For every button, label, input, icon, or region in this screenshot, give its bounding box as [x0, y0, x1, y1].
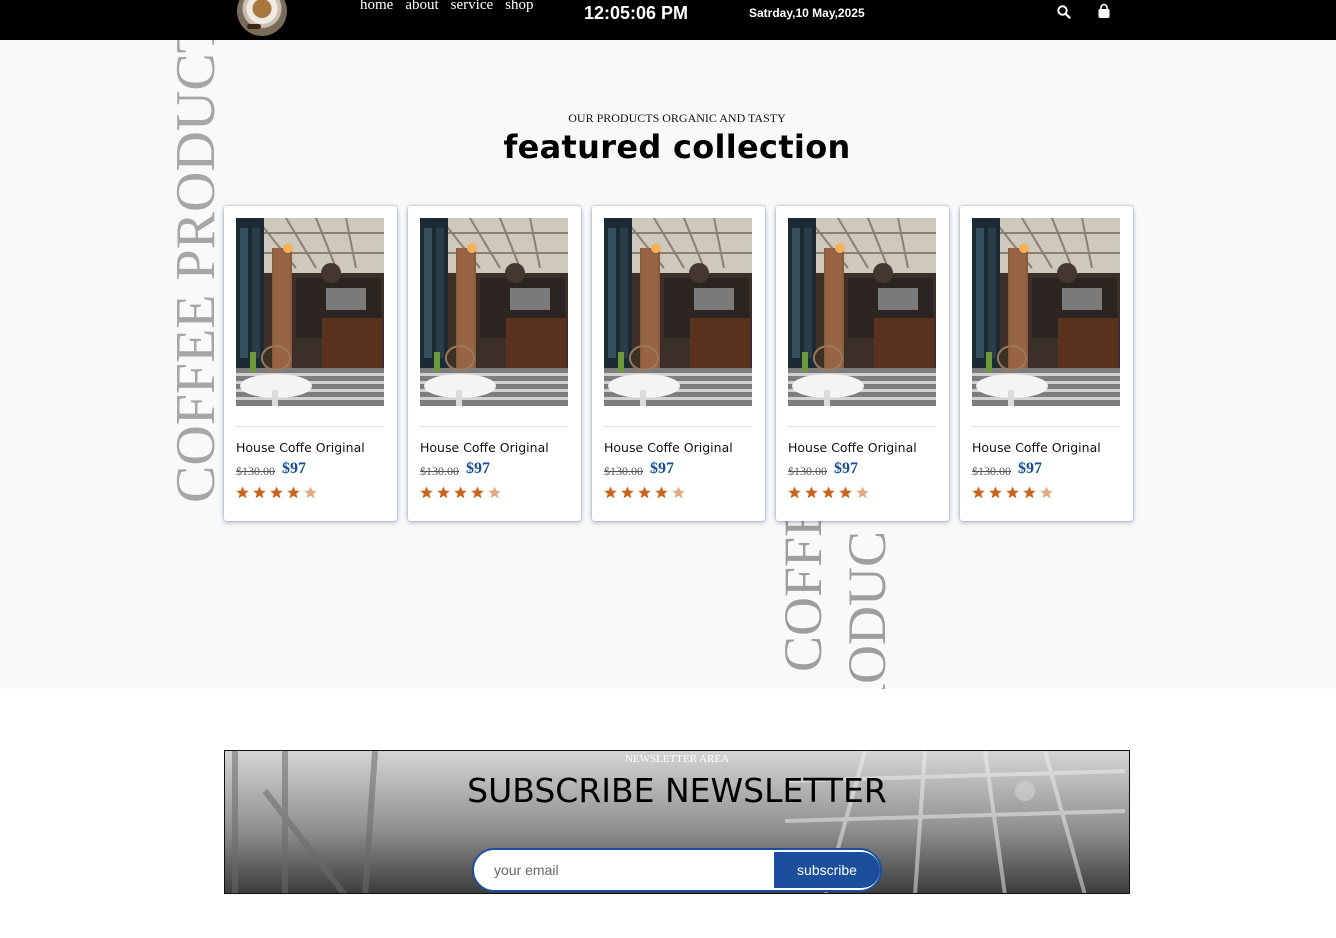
star-icon: [1006, 486, 1019, 499]
product-card[interactable]: House Coffe Original $130.00 $97: [960, 206, 1133, 521]
product-title[interactable]: House Coffe Original: [972, 440, 1101, 455]
half-star-icon: [488, 486, 501, 499]
current-date: Satrday,10 May,2025: [749, 6, 865, 20]
product-old-price: $130.00: [972, 464, 1011, 478]
product-rating: [788, 486, 869, 499]
product-price: $97: [1018, 460, 1042, 477]
featured-products-section: COFFEE PRODUCTS COFFE RODUC OUR PRODUCTS…: [0, 40, 1336, 689]
top-navbar: home about service shop 12:05:06 PM Satr…: [0, 0, 1336, 40]
search-icon[interactable]: [1056, 3, 1072, 21]
star-icon: [604, 486, 617, 499]
product-image[interactable]: [604, 218, 752, 406]
star-icon: [788, 486, 801, 499]
clock-time: 12:05:06 PM: [584, 3, 689, 23]
star-icon: [270, 486, 283, 499]
product-old-price: $130.00: [420, 464, 459, 478]
product-card[interactable]: House Coffe Original $130.00 $97: [776, 206, 949, 521]
star-icon: [989, 486, 1002, 499]
subscribe-button[interactable]: subscribe: [774, 852, 880, 888]
card-divider: [788, 426, 936, 427]
product-price: $97: [466, 460, 490, 477]
product-card-list: House Coffe Original $130.00 $97 House C…: [224, 206, 1133, 521]
product-rating: [420, 486, 501, 499]
star-icon: [655, 486, 668, 499]
half-star-icon: [856, 486, 869, 499]
card-divider: [604, 426, 752, 427]
main-nav: home about service shop: [360, 0, 533, 14]
product-price: $97: [650, 460, 674, 477]
product-card[interactable]: House Coffe Original $130.00 $97: [408, 206, 581, 521]
cafe-interior-photo: [236, 218, 384, 406]
section-eyebrow: OUR PRODUCTS ORGANIC AND TASTY: [568, 111, 786, 125]
star-icon: [471, 486, 484, 499]
cafe-interior-photo: [788, 218, 936, 406]
product-title[interactable]: House Coffe Original: [236, 440, 365, 455]
cafe-interior-photo: [604, 218, 752, 406]
coffee-beans-graphic: [247, 24, 261, 29]
star-icon: [287, 486, 300, 499]
star-icon: [454, 486, 467, 499]
nav-link-service[interactable]: service: [451, 0, 493, 14]
star-icon: [972, 486, 985, 499]
product-old-price: $130.00: [788, 464, 827, 478]
shopping-bag-icon[interactable]: [1096, 3, 1112, 21]
newsletter-eyebrow: NEWSLETTER AREA: [624, 753, 730, 765]
star-icon: [437, 486, 450, 499]
product-image[interactable]: [236, 218, 384, 406]
nav-link-shop[interactable]: shop: [505, 0, 533, 14]
product-image[interactable]: [972, 218, 1120, 406]
product-image[interactable]: [420, 218, 568, 406]
star-icon: [822, 486, 835, 499]
product-price: $97: [282, 460, 306, 477]
nav-link-home[interactable]: home: [360, 0, 393, 14]
star-icon: [638, 486, 651, 499]
product-title[interactable]: House Coffe Original: [788, 440, 917, 455]
newsletter-form: subscribe: [472, 848, 882, 892]
product-rating: [972, 486, 1053, 499]
star-icon: [253, 486, 266, 499]
star-icon: [805, 486, 818, 499]
product-rating: [604, 486, 685, 499]
star-icon: [1023, 486, 1036, 499]
product-card[interactable]: House Coffe Original $130.00 $97: [592, 206, 765, 521]
half-star-icon: [1040, 486, 1053, 499]
newsletter-title: SUBSCRIBE NEWSLETTER: [467, 771, 887, 810]
section-title: featured collection: [503, 128, 851, 166]
half-star-icon: [304, 486, 317, 499]
product-rating: [236, 486, 317, 499]
coffee-watermark-fragment: COFFE: [773, 503, 833, 672]
product-title[interactable]: House Coffe Original: [604, 440, 733, 455]
coffee-products-watermark: COFFEE PRODUCTS: [165, 40, 227, 503]
star-icon: [236, 486, 249, 499]
card-divider: [972, 426, 1120, 427]
email-input[interactable]: [494, 860, 764, 880]
product-old-price: $130.00: [604, 464, 643, 478]
coffee-cup-logo[interactable]: [237, 0, 287, 36]
nav-link-about[interactable]: about: [405, 0, 438, 14]
cafe-interior-photo: [420, 218, 568, 406]
card-divider: [420, 426, 568, 427]
product-card[interactable]: House Coffe Original $130.00 $97: [224, 206, 397, 521]
newsletter-banner: NEWSLETTER AREA SUBSCRIBE NEWSLETTER sub…: [224, 750, 1130, 894]
card-divider: [236, 426, 384, 427]
cafe-interior-photo: [972, 218, 1120, 406]
half-star-icon: [672, 486, 685, 499]
product-title[interactable]: House Coffe Original: [420, 440, 549, 455]
star-icon: [621, 486, 634, 499]
product-image[interactable]: [788, 218, 936, 406]
star-icon: [420, 486, 433, 499]
star-icon: [839, 486, 852, 499]
product-old-price: $130.00: [236, 464, 275, 478]
products-watermark-fragment: RODUC: [837, 530, 897, 689]
product-price: $97: [834, 460, 858, 477]
